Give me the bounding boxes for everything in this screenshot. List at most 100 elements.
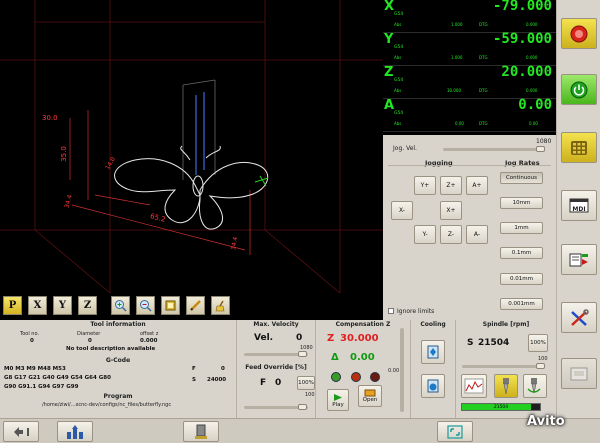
coordinate-system: G54 [394, 12, 404, 17]
jog-velocity-slider[interactable] [443, 148, 545, 151]
tool-number-label: Tool no. [20, 331, 40, 337]
spindle-drill-icon [503, 378, 509, 395]
power-icon [570, 81, 588, 98]
axis-z-value: 20.000 [501, 64, 552, 80]
auto-mode-button[interactable] [561, 244, 597, 275]
home-axes-icon [67, 424, 83, 439]
zoom-in-icon[interactable] [111, 296, 130, 315]
gcode-s-value: 24000 [207, 377, 227, 383]
estop-button[interactable] [561, 18, 597, 49]
dtg-value: 0.000 [526, 88, 538, 93]
3d-preview-viewport[interactable]: 30.0 35.0 34.4 65.2 14.0 34.4 [0, 0, 383, 293]
jog-rate-continuous[interactable]: Continuous [500, 172, 543, 184]
coolant-mist-icon [427, 345, 439, 359]
gcode-s-label: S [192, 377, 196, 383]
spindle-cw-button[interactable] [523, 374, 547, 398]
jog-y-minus-button[interactable]: Y- [414, 225, 436, 244]
jog-x-plus-button[interactable]: X+ [440, 201, 462, 220]
gcode-title: G-Code [105, 357, 131, 364]
spindle-cw-icon [527, 378, 541, 394]
tool-diameter-label: Diameter [77, 331, 101, 337]
coolant-mist-button[interactable] [421, 340, 445, 364]
jog-rate-0-001mm[interactable]: 0.001mm [500, 298, 543, 310]
zoom-out-icon[interactable] [136, 296, 155, 315]
abs-label: Abs [394, 88, 402, 93]
jog-rate-0-1mm[interactable]: 0.1mm [500, 247, 543, 259]
panel-divider [455, 320, 456, 418]
view-y-button[interactable]: Y [53, 296, 72, 315]
jog-z-plus-button[interactable]: Z+ [440, 176, 462, 195]
settings-button[interactable] [561, 302, 597, 333]
jog-a-plus-button[interactable]: A+ [466, 176, 488, 195]
jog-x-minus-button[interactable]: X- [391, 201, 413, 220]
tool-info-title: Tool information [90, 321, 146, 328]
fullscreen-button[interactable] [437, 421, 473, 442]
avito-watermark: Avito [527, 414, 565, 429]
view-x-button[interactable]: X [28, 296, 47, 315]
manual-mode-button[interactable] [561, 132, 597, 163]
keypad-icon [571, 140, 587, 155]
compensation-z-title: Compensation Z [335, 321, 391, 328]
jog-z-minus-button[interactable]: Z- [440, 225, 462, 244]
preview-toolbar: P X Y Z [0, 293, 383, 320]
ignore-limits-checkbox[interactable] [388, 308, 394, 314]
spindle-load-graph-icon [464, 378, 484, 394]
abs-label: Abs [394, 22, 402, 27]
spindle-stop-button[interactable] [494, 374, 518, 398]
jog-rates-group-frame [495, 165, 551, 166]
jog-rate-10mm[interactable]: 10mm [500, 197, 543, 209]
tool-offset-label: offset z [140, 331, 159, 337]
jog-a-minus-button[interactable]: A- [466, 225, 488, 244]
jog-velocity-slider-thumb[interactable] [536, 146, 545, 152]
feed-override-reset-button[interactable]: 100% [297, 376, 315, 390]
mdi-mode-button[interactable]: MDI [561, 190, 597, 221]
view-perspective-button[interactable]: P [3, 296, 22, 315]
abs-value: 1.000 [451, 55, 463, 60]
spindle-title: Spindle [rpm] [482, 321, 530, 328]
abs-value: 0.00 [455, 121, 464, 126]
machine-power-button[interactable] [561, 74, 597, 105]
dtg-label: DTG [479, 22, 488, 27]
max-velocity-slider-thumb[interactable] [298, 351, 307, 357]
spindle-speed-bar: 21504 [461, 403, 541, 411]
dtg-label: DTG [479, 121, 488, 126]
gcode-f-value: 0 [221, 366, 225, 372]
coordinate-system: G54 [394, 111, 404, 116]
axis-x-value: -79.000 [492, 0, 552, 14]
axis-letter: Y [384, 32, 394, 47]
pen-edit-icon[interactable] [186, 296, 205, 315]
panel-divider [410, 320, 411, 418]
view-z-button[interactable]: Z [78, 296, 97, 315]
pan-view-icon[interactable] [161, 296, 180, 315]
clear-brush-icon[interactable] [211, 296, 230, 315]
axis-x-row: X G54 -79.000 Abs 1.000 DTG 0.000 [383, 0, 556, 33]
spindle-override-slider-thumb[interactable] [536, 363, 545, 369]
spindle-override-slider[interactable] [462, 365, 544, 368]
play-button[interactable]: Play [327, 389, 349, 411]
coordinate-system: G54 [394, 45, 404, 50]
touch-off-button[interactable] [183, 421, 219, 442]
exit-button[interactable] [3, 421, 39, 442]
dtg-value: 0.000 [526, 55, 538, 60]
status-led-dark [370, 372, 380, 382]
jog-y-plus-button[interactable]: Y+ [414, 176, 436, 195]
spindle-ccw-button[interactable] [461, 374, 487, 398]
jogging-group-frame [388, 165, 495, 166]
axis-y-value: -59.000 [492, 31, 552, 47]
feed-override-max: 100 [305, 392, 315, 398]
max-velocity-label: Vel. [254, 333, 274, 343]
play-label: Play [332, 401, 344, 408]
open-file-button[interactable]: Open [358, 385, 382, 407]
spindle-override-reset-button[interactable]: 100% [528, 334, 548, 352]
spindle-value: 21504 [478, 338, 510, 348]
home-all-button[interactable] [57, 421, 93, 442]
coolant-flood-button[interactable] [421, 374, 445, 398]
dimension-label: 30.0 [42, 114, 58, 122]
comp-z-vertical-slider[interactable] [400, 328, 404, 412]
jog-rate-1mm[interactable]: 1mm [500, 222, 543, 234]
machine-view-button[interactable] [561, 358, 597, 389]
abs-label: Abs [394, 121, 402, 126]
tool-diameter-value: 0 [88, 338, 92, 344]
feed-override-slider-thumb[interactable] [298, 404, 307, 410]
jog-rate-0-01mm[interactable]: 0.01mm [500, 273, 543, 285]
